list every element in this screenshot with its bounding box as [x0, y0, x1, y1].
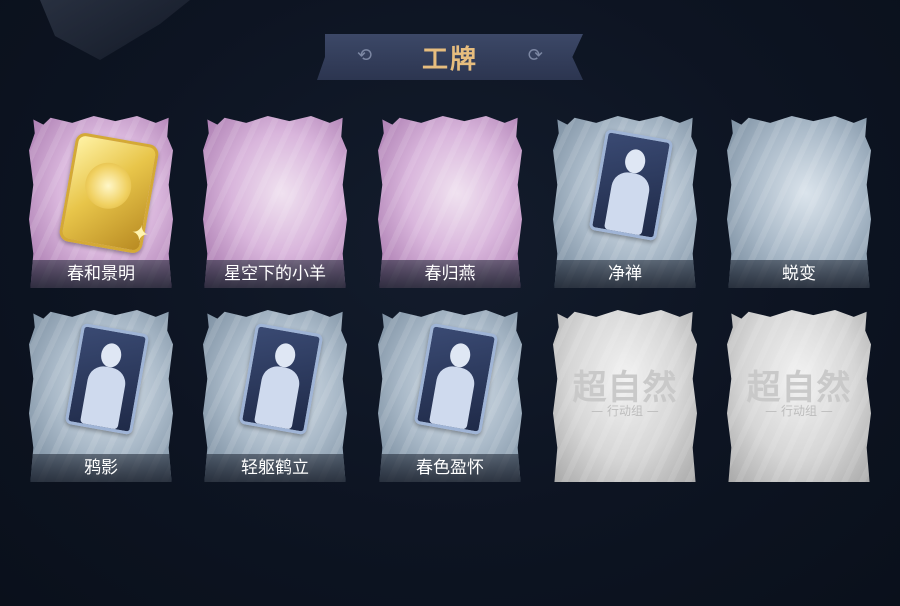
locked-logo-subtitle: — 行动组 —: [765, 404, 833, 418]
badge-label: 春色盈怀: [378, 454, 522, 482]
badge-label: 鸦影: [29, 454, 173, 482]
badge-card[interactable]: 星空下的小羊: [203, 116, 347, 288]
badge-label: 星空下的小羊: [203, 260, 347, 288]
badge-card[interactable]: 净禅: [553, 116, 697, 288]
locked-badge-card[interactable]: 超自然 — 行动组 —: [553, 310, 697, 482]
badge-label: 蜕变: [727, 260, 871, 288]
badge-card[interactable]: 春归燕: [378, 116, 522, 288]
badge-card[interactable]: 蜕变: [727, 116, 871, 288]
badge-label: 轻躯鹤立: [203, 454, 347, 482]
gold-badge-icon: ✦: [58, 131, 160, 255]
locked-logo-subtitle: — 行动组 —: [591, 404, 659, 418]
badge-card[interactable]: 鸦影: [29, 310, 173, 482]
badge-grid: ✦ 春和景明 星空下的小羊 春归燕 净禅 蜕变 鸦影 轻躯鹤立 春色盈怀 超自然…: [0, 0, 900, 606]
locked-badge-card[interactable]: 超自然 — 行动组 —: [727, 310, 871, 482]
badge-card[interactable]: ✦ 春和景明: [29, 116, 173, 288]
badge-card[interactable]: 轻躯鹤立: [203, 310, 347, 482]
badge-label: 春和景明: [29, 260, 173, 288]
badge-card[interactable]: 春色盈怀: [378, 310, 522, 482]
badge-label: 净禅: [553, 260, 697, 288]
badge-label: 春归燕: [378, 260, 522, 288]
